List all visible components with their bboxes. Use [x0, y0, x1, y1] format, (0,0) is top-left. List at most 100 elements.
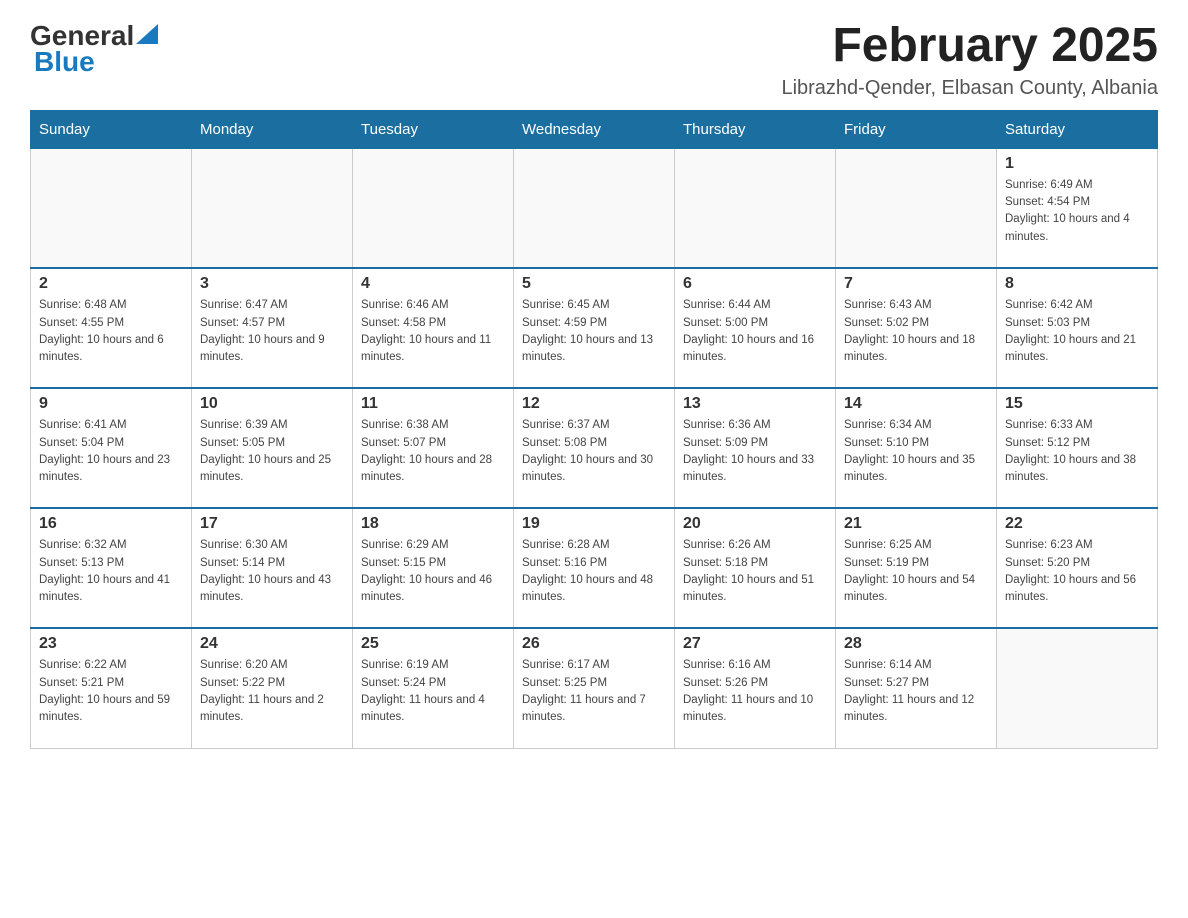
day-info: Sunrise: 6:29 AMSunset: 5:15 PMDaylight:…: [361, 537, 505, 606]
logo: General Blue: [30, 20, 158, 78]
day-info: Sunrise: 6:32 AMSunset: 5:13 PMDaylight:…: [39, 537, 183, 606]
day-number: 27: [683, 635, 827, 653]
calendar-cell: 25Sunrise: 6:19 AMSunset: 5:24 PMDayligh…: [353, 628, 514, 748]
calendar-cell: 27 Sunrise: 6:16 AMSunset: 5:26 PMDayligh…: [675, 628, 836, 748]
calendar-week-row: 16Sunrise: 6:32 AMSunset: 5:13 PMDayligh…: [31, 508, 1158, 628]
day-number: 13: [683, 395, 827, 413]
day-number: 3: [200, 275, 344, 293]
day-info: Sunrise: 6:44 AMSunset: 5:00 PMDaylight:…: [683, 297, 827, 366]
day-number: 7: [844, 275, 988, 293]
day-number: 9: [39, 395, 183, 413]
title-block: February 2025 Librazhd-Qender, Elbasan C…: [781, 20, 1158, 100]
calendar-week-row: 2 Sunrise: 6:48 AMSunset: 4:55 PMDaylight…: [31, 268, 1158, 388]
page-header: General Blue February 2025 Librazhd-Qend…: [30, 20, 1158, 100]
calendar-cell: 13 Sunrise: 6:36 AMSunset: 5:09 PMDayligh…: [675, 388, 836, 508]
day-number: 28: [844, 635, 988, 653]
day-info: Sunrise: 6:22 AMSunset: 5:21 PMDaylight:…: [39, 657, 183, 726]
calendar-week-row: 23 Sunrise: 6:22 AMSunset: 5:21 PMDayligh…: [31, 628, 1158, 748]
column-header-saturday: Saturday: [997, 110, 1158, 148]
column-header-monday: Monday: [192, 110, 353, 148]
calendar-cell: 10 Sunrise: 6:39 AMSunset: 5:05 PMDayligh…: [192, 388, 353, 508]
day-info: Sunrise: 6:43 AMSunset: 5:02 PMDaylight:…: [844, 297, 988, 366]
calendar-cell: 12Sunrise: 6:37 AMSunset: 5:08 PMDayligh…: [514, 388, 675, 508]
calendar-cell: 15Sunrise: 6:33 AMSunset: 5:12 PMDayligh…: [997, 388, 1158, 508]
day-number: 22: [1005, 515, 1149, 533]
column-header-wednesday: Wednesday: [514, 110, 675, 148]
day-info: Sunrise: 6:48 AMSunset: 4:55 PMDaylight:…: [39, 297, 183, 366]
day-number: 12: [522, 395, 666, 413]
day-number: 1: [1005, 155, 1149, 173]
calendar-cell: 8 Sunrise: 6:42 AMSunset: 5:03 PMDaylight…: [997, 268, 1158, 388]
day-info: Sunrise: 6:45 AMSunset: 4:59 PMDaylight:…: [522, 297, 666, 366]
day-info: Sunrise: 6:20 AMSunset: 5:22 PMDaylight:…: [200, 657, 344, 726]
calendar-cell: 28 Sunrise: 6:14 AMSunset: 5:27 PMDayligh…: [836, 628, 997, 748]
day-info: Sunrise: 6:17 AMSunset: 5:25 PMDaylight:…: [522, 657, 666, 726]
day-info: Sunrise: 6:16 AMSunset: 5:26 PMDaylight:…: [683, 657, 827, 726]
calendar-cell: 21 Sunrise: 6:25 AMSunset: 5:19 PMDayligh…: [836, 508, 997, 628]
day-number: 19: [522, 515, 666, 533]
day-info: Sunrise: 6:41 AMSunset: 5:04 PMDaylight:…: [39, 417, 183, 486]
calendar-cell: 22 Sunrise: 6:23 AMSunset: 5:20 PMDayligh…: [997, 508, 1158, 628]
day-number: 4: [361, 275, 505, 293]
day-info: Sunrise: 6:26 AMSunset: 5:18 PMDaylight:…: [683, 537, 827, 606]
day-info: Sunrise: 6:23 AMSunset: 5:20 PMDaylight:…: [1005, 537, 1149, 606]
calendar-cell: 14 Sunrise: 6:34 AMSunset: 5:10 PMDayligh…: [836, 388, 997, 508]
calendar-cell: [353, 148, 514, 268]
calendar-cell: [675, 148, 836, 268]
calendar-cell: [997, 628, 1158, 748]
day-info: Sunrise: 6:28 AMSunset: 5:16 PMDaylight:…: [522, 537, 666, 606]
calendar-cell: 3 Sunrise: 6:47 AMSunset: 4:57 PMDaylight…: [192, 268, 353, 388]
day-info: Sunrise: 6:36 AMSunset: 5:09 PMDaylight:…: [683, 417, 827, 486]
day-number: 14: [844, 395, 988, 413]
day-info: Sunrise: 6:47 AMSunset: 4:57 PMDaylight:…: [200, 297, 344, 366]
day-number: 24: [200, 635, 344, 653]
calendar-cell: [31, 148, 192, 268]
calendar-title: February 2025: [781, 20, 1158, 73]
calendar-subtitle: Librazhd-Qender, Elbasan County, Albania: [781, 77, 1158, 100]
calendar-cell: [836, 148, 997, 268]
calendar-cell: 11Sunrise: 6:38 AMSunset: 5:07 PMDayligh…: [353, 388, 514, 508]
day-number: 2: [39, 275, 183, 293]
day-info: Sunrise: 6:42 AMSunset: 5:03 PMDaylight:…: [1005, 297, 1149, 366]
calendar-table: SundayMondayTuesdayWednesdayThursdayFrid…: [30, 110, 1158, 749]
day-number: 8: [1005, 275, 1149, 293]
day-info: Sunrise: 6:33 AMSunset: 5:12 PMDaylight:…: [1005, 417, 1149, 486]
calendar-cell: 2 Sunrise: 6:48 AMSunset: 4:55 PMDaylight…: [31, 268, 192, 388]
calendar-cell: 23 Sunrise: 6:22 AMSunset: 5:21 PMDayligh…: [31, 628, 192, 748]
day-number: 26: [522, 635, 666, 653]
calendar-cell: 4 Sunrise: 6:46 AMSunset: 4:58 PMDaylight…: [353, 268, 514, 388]
day-info: Sunrise: 6:38 AMSunset: 5:07 PMDaylight:…: [361, 417, 505, 486]
day-number: 25: [361, 635, 505, 653]
column-header-tuesday: Tuesday: [353, 110, 514, 148]
calendar-cell: 19 Sunrise: 6:28 AMSunset: 5:16 PMDayligh…: [514, 508, 675, 628]
day-info: Sunrise: 6:46 AMSunset: 4:58 PMDaylight:…: [361, 297, 505, 366]
calendar-cell: 26 Sunrise: 6:17 AMSunset: 5:25 PMDayligh…: [514, 628, 675, 748]
day-info: Sunrise: 6:14 AMSunset: 5:27 PMDaylight:…: [844, 657, 988, 726]
day-number: 23: [39, 635, 183, 653]
calendar-cell: 16Sunrise: 6:32 AMSunset: 5:13 PMDayligh…: [31, 508, 192, 628]
day-number: 10: [200, 395, 344, 413]
calendar-week-row: 9 Sunrise: 6:41 AMSunset: 5:04 PMDaylight…: [31, 388, 1158, 508]
day-info: Sunrise: 6:30 AMSunset: 5:14 PMDaylight:…: [200, 537, 344, 606]
calendar-week-row: 1 Sunrise: 6:49 AMSunset: 4:54 PMDaylight…: [31, 148, 1158, 268]
calendar-cell: 17 Sunrise: 6:30 AMSunset: 5:14 PMDayligh…: [192, 508, 353, 628]
calendar-header-row: SundayMondayTuesdayWednesdayThursdayFrid…: [31, 110, 1158, 148]
calendar-cell: 18 Sunrise: 6:29 AMSunset: 5:15 PMDayligh…: [353, 508, 514, 628]
day-info: Sunrise: 6:25 AMSunset: 5:19 PMDaylight:…: [844, 537, 988, 606]
calendar-cell: 20Sunrise: 6:26 AMSunset: 5:18 PMDayligh…: [675, 508, 836, 628]
calendar-cell: 1 Sunrise: 6:49 AMSunset: 4:54 PMDaylight…: [997, 148, 1158, 268]
calendar-cell: 24 Sunrise: 6:20 AMSunset: 5:22 PMDayligh…: [192, 628, 353, 748]
day-number: 21: [844, 515, 988, 533]
day-info: Sunrise: 6:34 AMSunset: 5:10 PMDaylight:…: [844, 417, 988, 486]
calendar-cell: 5Sunrise: 6:45 AMSunset: 4:59 PMDaylight…: [514, 268, 675, 388]
calendar-cell: [192, 148, 353, 268]
day-number: 6: [683, 275, 827, 293]
logo-triangle-icon: [136, 24, 158, 44]
day-number: 17: [200, 515, 344, 533]
column-header-thursday: Thursday: [675, 110, 836, 148]
column-header-sunday: Sunday: [31, 110, 192, 148]
day-info: Sunrise: 6:49 AMSunset: 4:54 PMDaylight:…: [1005, 177, 1149, 246]
column-header-friday: Friday: [836, 110, 997, 148]
day-info: Sunrise: 6:39 AMSunset: 5:05 PMDaylight:…: [200, 417, 344, 486]
day-number: 18: [361, 515, 505, 533]
